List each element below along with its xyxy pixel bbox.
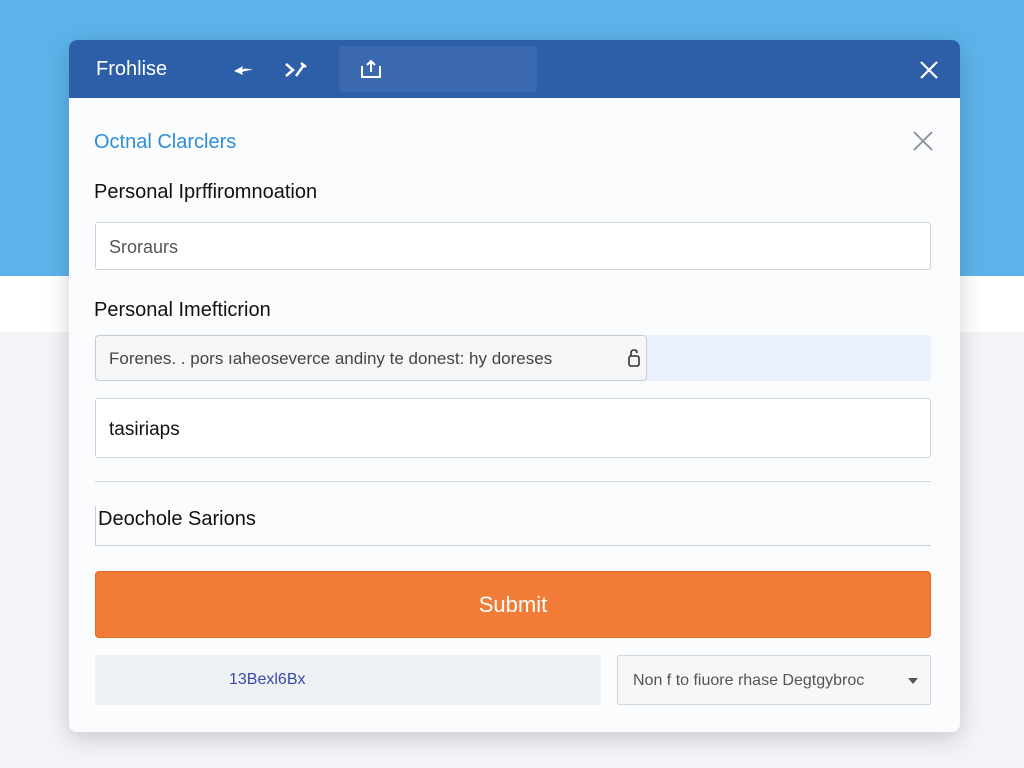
- title-bar: Frohlise: [69, 40, 960, 98]
- form-dialog: Frohlise Octnal Clarclers Personal Iprff…: [69, 40, 960, 732]
- tools-icon[interactable]: [283, 59, 309, 81]
- footer-dropdown[interactable]: Non f to fiuore rhase Degtgybroc: [617, 655, 931, 705]
- footer-info-text: 13Bexl6Bx: [229, 671, 306, 688]
- masked-input-value: Forenes. . pors ıaheoseverce andiny te d…: [109, 349, 553, 368]
- masked-input[interactable]: Forenes. . pors ıaheoseverce andiny te d…: [95, 335, 647, 381]
- personal-info-value: Sroraurs: [109, 237, 179, 257]
- personal-info-label: Personal Iprffiromnoation: [94, 181, 318, 203]
- personal-info-input[interactable]: Sroraurs: [95, 222, 931, 270]
- description-value: Deochole Sarions: [98, 508, 256, 530]
- section-title: Octnal Clarclers: [94, 131, 237, 153]
- secondary-input-value: tasiriaps: [109, 419, 180, 440]
- close-icon[interactable]: [912, 130, 934, 152]
- dropdown-selected-value: Non f to fiuore rhase Degtgybroc: [633, 672, 865, 689]
- toolbar-tab[interactable]: [339, 46, 537, 92]
- back-arrow-icon[interactable]: [231, 59, 257, 81]
- description-input[interactable]: Deochole Sarions: [95, 506, 931, 546]
- secondary-input[interactable]: tasiriaps: [95, 398, 931, 458]
- footer-info-box: 13Bexl6Bx: [95, 655, 601, 705]
- lock-icon[interactable]: [627, 348, 641, 368]
- chevron-down-icon: [908, 678, 918, 684]
- app-title: Frohlise: [96, 58, 168, 80]
- window-close-icon[interactable]: [918, 59, 940, 81]
- share-icon: [361, 59, 381, 78]
- submit-button[interactable]: Submit: [95, 571, 931, 638]
- personal-section-label: Personal Imefticrion: [94, 299, 271, 321]
- divider: [95, 481, 931, 482]
